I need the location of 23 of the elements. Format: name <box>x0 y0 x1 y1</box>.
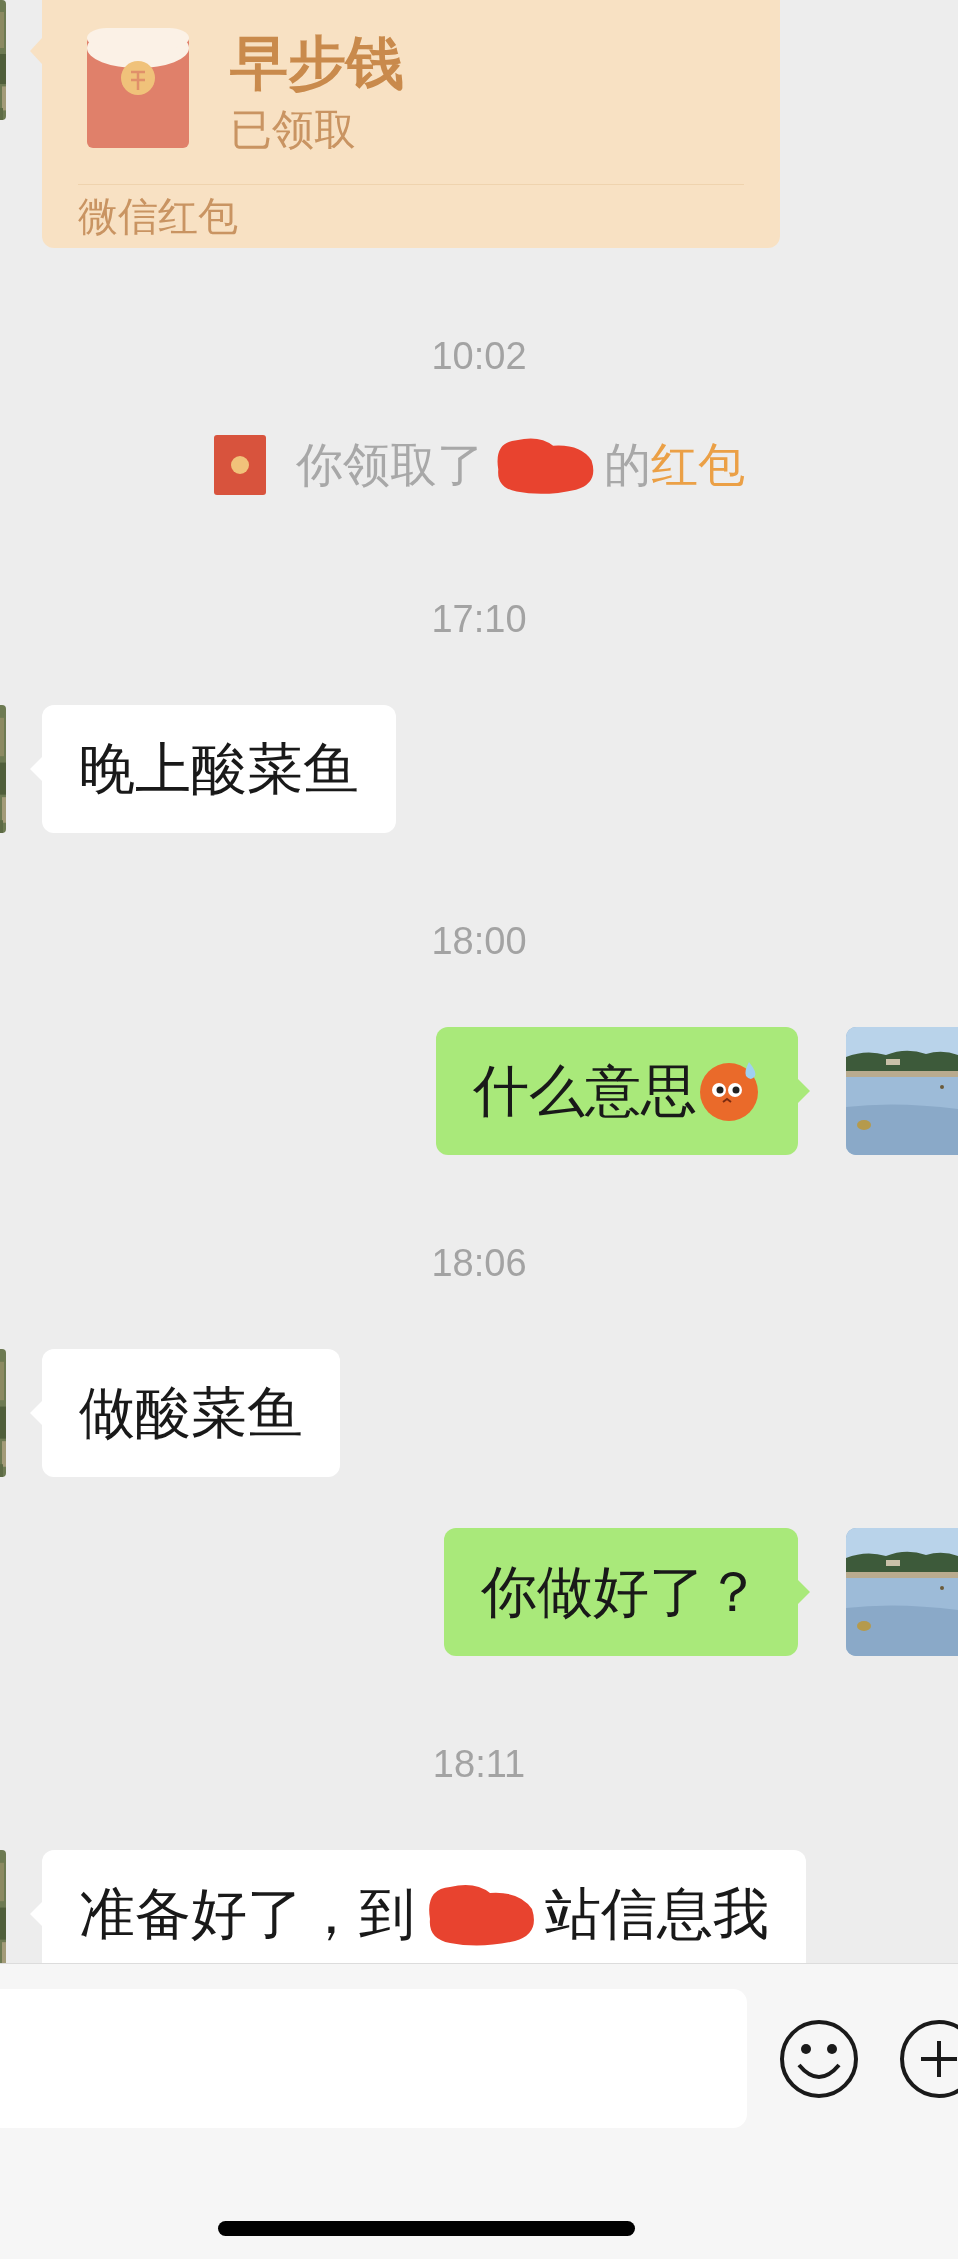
packet-icon <box>213 435 266 495</box>
message-text: 站信息我 <box>545 1881 769 1947</box>
envelope-icon <box>87 28 189 148</box>
message-text: 什么意思 <box>473 1058 697 1124</box>
packet-footer: 微信红包 <box>42 185 780 247</box>
plus-icon[interactable] <box>899 2018 958 2099</box>
packet-card[interactable]: 早步钱 已领取 微信红包 <box>42 0 780 248</box>
emoji-icon <box>699 1060 761 1122</box>
system-message-text: 你领取了 <box>295 436 484 493</box>
timestamp: 18:00 <box>431 919 527 964</box>
timestamp: 18:11 <box>432 1742 526 1787</box>
message-text: 你做好了？ <box>481 1559 761 1625</box>
message-text: 晚上酸菜鱼 <box>79 736 359 802</box>
message-text: 做酸菜鱼 <box>79 1380 303 1446</box>
packet-status: 已领取 <box>230 105 357 155</box>
timestamp: 10:02 <box>431 334 527 379</box>
message-text: 准备好了，到 <box>79 1881 415 1947</box>
emoji-icon[interactable] <box>779 2018 859 2099</box>
timestamp: 18:06 <box>431 1241 527 1286</box>
packet-title: 早步钱 <box>230 29 404 97</box>
packet-link[interactable]: 红包 <box>650 429 745 501</box>
system-message-text: 的 <box>603 436 651 493</box>
timestamp: 17:10 <box>431 597 527 642</box>
